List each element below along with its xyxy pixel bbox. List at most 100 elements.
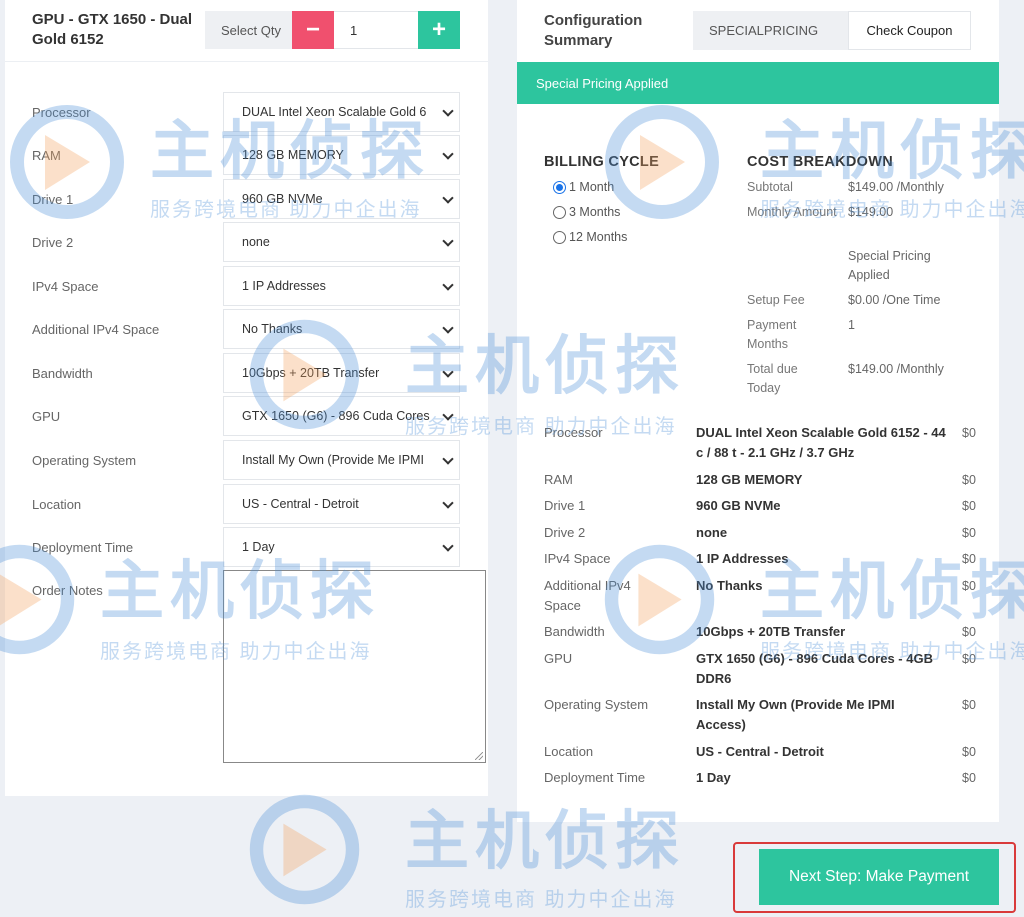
radio-icon[interactable] <box>553 230 566 244</box>
monthly-amount-label: Monthly Amount <box>747 205 837 219</box>
config-row-ram: RAM 128 GB MEMORY <box>5 135 488 175</box>
resize-grip-icon[interactable] <box>475 752 483 760</box>
summary-item-value: 960 GB NVMe <box>696 498 781 513</box>
qty-input[interactable] <box>334 11 418 49</box>
globe-logo-icon <box>249 794 360 905</box>
processor-select[interactable]: DUAL Intel Xeon Scalable Gold 6 <box>223 92 460 132</box>
select-value: none <box>242 235 270 249</box>
additional-ipv4-select[interactable]: No Thanks <box>223 309 460 349</box>
qty-increase-button[interactable]: + <box>418 11 460 49</box>
summary-item-value: DUAL Intel Xeon Scalable Gold 6152 - 44 … <box>696 425 946 460</box>
config-label: Bandwidth <box>32 365 93 381</box>
chevron-down-icon <box>442 235 454 247</box>
summary-item-value: US - Central - Detroit <box>696 744 824 759</box>
summary-item-label: Additional IPv4 Space <box>544 578 631 613</box>
payment-months-label: Payment Months <box>747 318 797 351</box>
next-step-make-payment-button[interactable]: Next Step: Make Payment <box>759 849 999 905</box>
total-due-value: $149.00 /Monthly <box>848 362 944 376</box>
billing-option-1-month[interactable]: 1 Month <box>553 180 614 194</box>
qty-decrease-button[interactable]: − <box>292 11 334 49</box>
config-row-drive2: Drive 2 none <box>5 222 488 262</box>
monthly-amount-value: $149.00 <box>848 205 894 219</box>
billing-cycle-heading: BILLING CYCLE <box>544 154 660 170</box>
config-label: Location <box>32 496 82 512</box>
summary-item-value: 1 IP Addresses <box>696 551 789 566</box>
config-label: Operating System <box>32 452 137 468</box>
select-value: 1 Day <box>242 540 275 554</box>
config-label: IPv4 Space <box>32 278 99 294</box>
summary-item-price: $0 <box>962 698 976 712</box>
ram-select[interactable]: 128 GB MEMORY <box>223 135 460 175</box>
ipv4-space-select[interactable]: 1 IP Addresses <box>223 266 460 306</box>
coupon-input[interactable]: SPECIALPRICING <box>693 11 849 50</box>
order-notes-label: Order Notes <box>32 583 103 598</box>
summary-item-price: $0 <box>962 526 976 540</box>
summary-title: Configuration Summary <box>544 12 643 49</box>
chevron-down-icon <box>442 453 454 465</box>
config-row-location: Location US - Central - Detroit <box>5 484 488 524</box>
chevron-down-icon <box>442 497 454 509</box>
product-config-panel: GPU - GTX 1650 - Dual Gold 6152 Select Q… <box>5 0 488 796</box>
summary-item-value: GTX 1650 (G6) - 896 Cuda Cores - 4GB DDR… <box>696 651 933 686</box>
deployment-time-select[interactable]: 1 Day <box>223 527 460 567</box>
config-label: Drive 1 <box>32 191 74 207</box>
summary-item-value: 128 GB MEMORY <box>696 472 803 487</box>
billing-option-12-months[interactable]: 12 Months <box>553 230 627 244</box>
select-value: US - Central - Detroit <box>242 497 359 511</box>
config-row-deployment: Deployment Time 1 Day <box>5 527 488 567</box>
billing-option-label: 1 Month <box>569 180 615 194</box>
radio-icon[interactable] <box>553 205 566 219</box>
product-title: GPU - GTX 1650 - Dual Gold 6152 <box>32 11 193 48</box>
radio-checked-icon[interactable] <box>553 180 566 194</box>
chevron-down-icon <box>442 366 454 378</box>
chevron-down-icon <box>442 540 454 552</box>
summary-item-value: 1 Day <box>696 770 731 785</box>
order-notes-textarea[interactable] <box>223 570 486 763</box>
summary-item-label: Deployment Time <box>544 770 646 785</box>
config-row-additional-ipv4: Additional IPv4 Space No Thanks <box>5 309 488 349</box>
summary-item-value: No Thanks <box>696 578 763 593</box>
config-row-processor: Processor DUAL Intel Xeon Scalable Gold … <box>5 92 488 132</box>
billing-option-label: 12 Months <box>569 230 628 244</box>
select-value: 128 GB MEMORY <box>242 148 344 162</box>
summary-item-value: 10Gbps + 20TB Transfer <box>696 624 846 639</box>
billing-option-3-months[interactable]: 3 Months <box>553 205 620 219</box>
chevron-down-icon <box>442 105 454 117</box>
configuration-summary-panel: Configuration Summary SPECIALPRICING Che… <box>517 0 999 822</box>
chevron-down-icon <box>442 409 454 421</box>
select-value: DUAL Intel Xeon Scalable Gold 6 <box>242 105 427 119</box>
watermark-subtitle: 服务跨境电商 助力中企出海 <box>405 889 677 911</box>
select-value: Install My Own (Provide Me IPMI <box>242 453 424 467</box>
special-pricing-banner: Special Pricing Applied <box>517 62 999 104</box>
select-value: 10Gbps + 20TB Transfer <box>242 366 380 380</box>
product-header: GPU - GTX 1650 - Dual Gold 6152 Select Q… <box>5 0 488 62</box>
setup-fee-label: Setup Fee <box>747 293 805 307</box>
summary-item-label: Location <box>544 744 594 759</box>
gpu-select[interactable]: GTX 1650 (G6) - 896 Cuda Cores - <box>223 396 460 436</box>
summary-item-price: $0 <box>962 625 976 639</box>
special-pricing-note: Special Pricing Applied <box>848 249 931 282</box>
setup-fee-value: $0.00 /One Time <box>848 293 941 307</box>
location-select[interactable]: US - Central - Detroit <box>223 484 460 524</box>
summary-item-price: $0 <box>962 652 976 666</box>
summary-item-value: none <box>696 525 728 540</box>
summary-item-label: Drive 1 <box>544 498 586 513</box>
cost-breakdown-heading: COST BREAKDOWN <box>747 154 893 170</box>
summary-item-value: Install My Own (Provide Me IPMI Access) <box>696 697 895 732</box>
summary-item-price: $0 <box>962 771 976 785</box>
chevron-down-icon <box>442 322 454 334</box>
os-select[interactable]: Install My Own (Provide Me IPMI <box>223 440 460 480</box>
bandwidth-select[interactable]: 10Gbps + 20TB Transfer <box>223 353 460 393</box>
drive1-select[interactable]: 960 GB NVMe <box>223 179 460 219</box>
check-coupon-button[interactable]: Check Coupon <box>848 11 971 50</box>
select-value: 960 GB NVMe <box>242 192 323 206</box>
summary-item-price: $0 <box>962 473 976 487</box>
billing-option-label: 3 Months <box>569 205 621 219</box>
chevron-down-icon <box>442 148 454 160</box>
config-label: Processor <box>32 104 91 120</box>
summary-item-label: IPv4 Space <box>544 551 611 566</box>
summary-item-label: Operating System <box>544 697 649 712</box>
total-due-label: Total due Today <box>747 362 798 395</box>
config-label: GPU <box>32 408 61 424</box>
drive2-select[interactable]: none <box>223 222 460 262</box>
